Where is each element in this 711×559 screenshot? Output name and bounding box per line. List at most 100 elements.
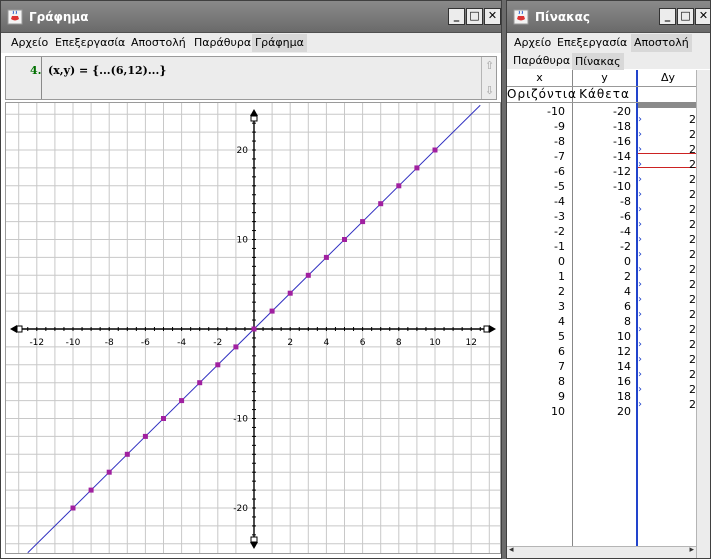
vertical-scrollbar[interactable] <box>696 70 710 558</box>
table-cell-dy[interactable]: 2 <box>638 367 698 382</box>
table-cell-x[interactable]: 3 <box>507 299 565 314</box>
menu-graph[interactable]: Γράφημα <box>252 34 307 52</box>
table-cell-x[interactable]: -6 <box>507 164 565 179</box>
table-cell-dy[interactable]: 2 <box>638 247 698 262</box>
table-cell-y[interactable]: 16 <box>573 374 631 389</box>
minimize-button[interactable]: _ <box>448 8 465 25</box>
table-cell-x[interactable]: -4 <box>507 194 565 209</box>
table-cell-y[interactable]: 0 <box>573 254 631 269</box>
table-cell-dy[interactable]: 2 <box>638 292 698 307</box>
table-cell-y[interactable]: 14 <box>573 359 631 374</box>
menu-table[interactable]: Πίνακας <box>572 53 624 71</box>
table-cell-y[interactable]: 6 <box>573 299 631 314</box>
column-header-y[interactable]: y <box>573 71 636 86</box>
table-cell-y[interactable]: -6 <box>573 209 631 224</box>
table-cell-y[interactable]: -14 <box>573 149 631 164</box>
scroll-left-icon[interactable]: ◂ <box>509 545 514 555</box>
table-cell-x[interactable]: -9 <box>507 119 565 134</box>
data-table[interactable]: x y Δy Οριζόντια Κάθετα ◂ ▸ -10 -20 -9 -18-… <box>507 70 710 558</box>
column-header-dy[interactable]: Δy <box>638 71 698 86</box>
scroll-down-icon[interactable]: ⇩ <box>483 84 496 98</box>
table-cell-dy[interactable]: 2 <box>638 277 698 292</box>
table-cell-x[interactable]: -2 <box>507 224 565 239</box>
table-cell-y[interactable]: -2 <box>573 239 631 254</box>
data-point <box>142 433 148 439</box>
horizontal-scrollbar[interactable]: ◂ ▸ <box>507 545 696 558</box>
table-cell-x[interactable]: -7 <box>507 149 565 164</box>
table-cell-x[interactable]: 4 <box>507 314 565 329</box>
table-cell-x[interactable]: -3 <box>507 209 565 224</box>
table-cell-y[interactable]: -20 <box>573 104 631 119</box>
algebra-expression[interactable]: (x,y) = {...(6,12)...} <box>48 64 166 77</box>
table-cell-dy[interactable]: 2 <box>638 322 698 337</box>
table-cell-dy[interactable]: 2 <box>638 142 698 157</box>
y-axis-handle-bottom <box>250 536 258 543</box>
table-cell-y[interactable]: 12 <box>573 344 631 359</box>
scroll-right-icon[interactable]: ▸ <box>689 545 694 555</box>
table-cell-dy[interactable]: 2 <box>638 127 698 142</box>
maximize-button[interactable]: □ <box>466 8 483 25</box>
table-cell-y[interactable]: 10 <box>573 329 631 344</box>
table-cell-x[interactable]: 10 <box>507 404 565 419</box>
table-cell-x[interactable]: 1 <box>507 269 565 284</box>
table-cell-dy[interactable]: 2 <box>638 232 698 247</box>
table-cell-dy[interactable]: 2 <box>638 187 698 202</box>
close-button[interactable]: ✕ <box>695 8 710 25</box>
table-cell-x[interactable]: -1 <box>507 239 565 254</box>
maximize-button[interactable]: □ <box>677 8 694 25</box>
menu-send[interactable]: Αποστολή <box>631 34 692 52</box>
table-cell-dy[interactable]: 2 <box>638 157 698 172</box>
column-header-x[interactable]: x <box>507 71 572 86</box>
table-cell-dy[interactable]: 2 <box>638 262 698 277</box>
menu-edit[interactable]: Επεξεργασία <box>55 36 125 49</box>
table-cell-dy[interactable]: 2 <box>638 202 698 217</box>
data-point <box>197 380 203 386</box>
menu-file[interactable]: Αρχείο <box>514 36 551 49</box>
table-cell-y[interactable]: -16 <box>573 134 631 149</box>
menu-send[interactable]: Αποστολή <box>131 36 186 49</box>
table-cell-dy[interactable]: 2 <box>638 172 698 187</box>
table-cell-y[interactable]: 20 <box>573 404 631 419</box>
table-cell-dy[interactable]: 2 <box>638 112 698 127</box>
menu-edit[interactable]: Επεξεργασία <box>557 36 627 49</box>
menu-windows[interactable]: Παράθυρα <box>513 54 570 67</box>
table-cell-x[interactable]: -5 <box>507 179 565 194</box>
table-cell-x[interactable]: -8 <box>507 134 565 149</box>
table-cell-dy[interactable]: 2 <box>638 217 698 232</box>
table-cell-y[interactable]: -12 <box>573 164 631 179</box>
table-cell-dy[interactable]: 2 <box>638 382 698 397</box>
table-cell-y[interactable]: -4 <box>573 224 631 239</box>
table-cell-dy[interactable]: 2 <box>638 337 698 352</box>
table-titlebar[interactable]: Πίνακας _ □ ✕ <box>507 1 710 33</box>
table-cell-x[interactable]: 2 <box>507 284 565 299</box>
table-cell-x[interactable]: -10 <box>507 104 565 119</box>
table-cell-y[interactable]: 4 <box>573 284 631 299</box>
table-cell-y[interactable]: 2 <box>573 269 631 284</box>
table-cell-x[interactable]: 8 <box>507 374 565 389</box>
table-menubar: Αρχείο Επεξεργασία Αποστολή <box>507 33 710 53</box>
column-label-horizontal: Οριζόντια <box>507 87 577 101</box>
y-tick-label: -20 <box>233 504 248 514</box>
table-cell-dy[interactable]: 2 <box>638 352 698 367</box>
table-cell-y[interactable]: -18 <box>573 119 631 134</box>
table-cell-y[interactable]: 8 <box>573 314 631 329</box>
graph-canvas[interactable]: -12 -10 -8 -6 -4 -2 2 4 6 8 10 12 -20 -10 10 20 <box>5 102 501 554</box>
table-cell-x[interactable]: 9 <box>507 389 565 404</box>
table-cell-x[interactable]: 6 <box>507 344 565 359</box>
table-cell-x[interactable]: 7 <box>507 359 565 374</box>
minimize-button[interactable]: _ <box>659 8 676 25</box>
menu-file[interactable]: Αρχείο <box>11 36 48 49</box>
table-cell-x[interactable]: 0 <box>507 254 565 269</box>
table-cell-x[interactable]: 5 <box>507 329 565 344</box>
scroll-up-icon[interactable]: ⇧ <box>483 59 496 73</box>
table-cell-dy[interactable]: 2 <box>638 307 698 322</box>
data-point <box>396 183 402 189</box>
table-cell-y[interactable]: -8 <box>573 194 631 209</box>
table-cell-y[interactable]: 18 <box>573 389 631 404</box>
table-cell-y[interactable]: -10 <box>573 179 631 194</box>
close-button[interactable]: ✕ <box>484 8 501 25</box>
table-cell-dy[interactable]: 2 <box>638 397 698 412</box>
x-tick-label: -6 <box>141 338 150 348</box>
graph-titlebar[interactable]: Γράφημα _ □ ✕ <box>1 1 501 33</box>
menu-windows[interactable]: Παράθυρα <box>194 36 251 49</box>
